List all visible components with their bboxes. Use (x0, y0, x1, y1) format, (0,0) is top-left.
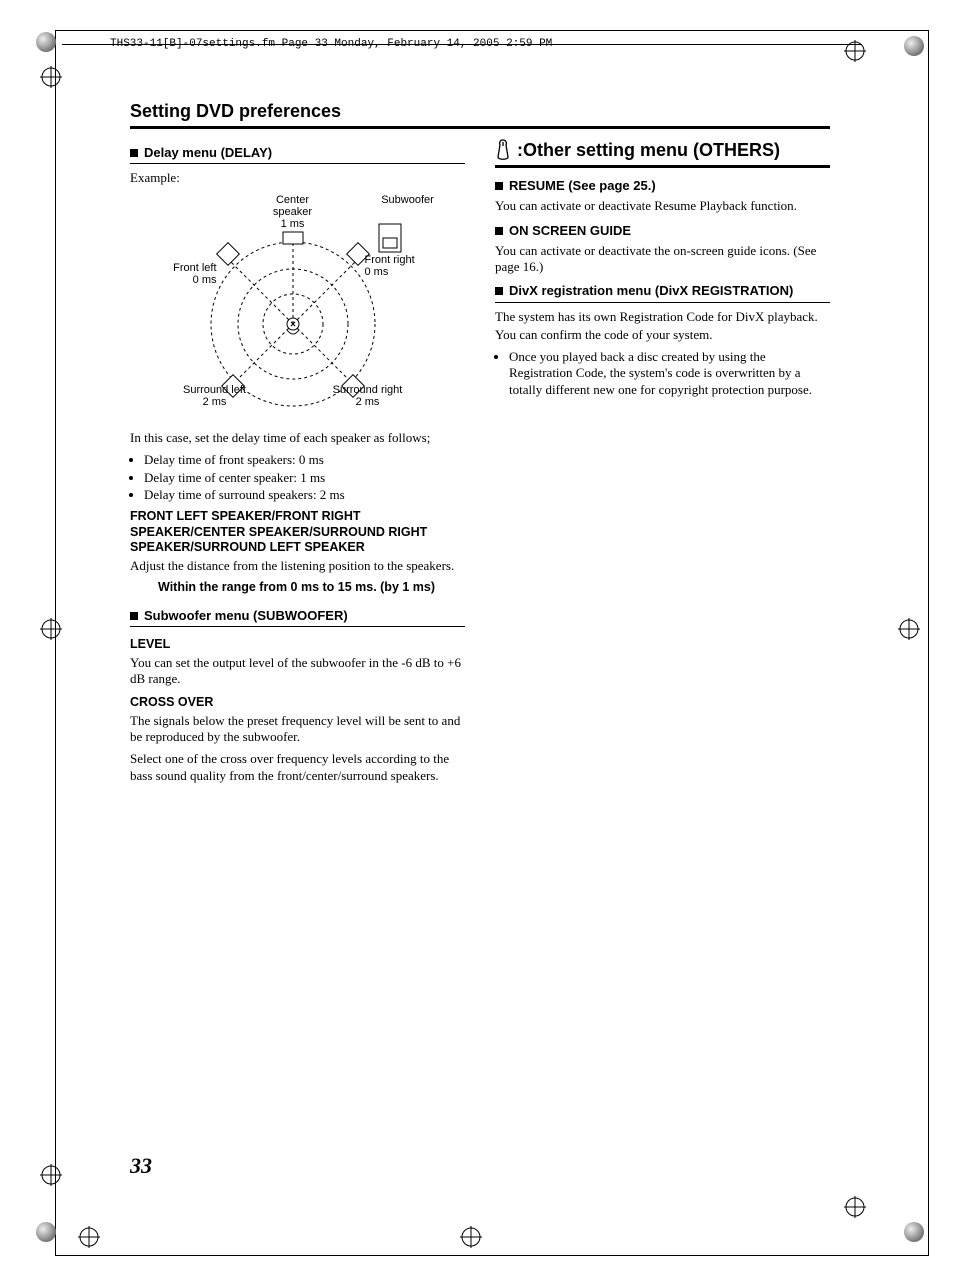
osg-heading: ON SCREEN GUIDE (495, 223, 830, 239)
divx-bullet: Once you played back a disc created by u… (509, 349, 830, 398)
subwoofer-label: Subwoofer (373, 194, 443, 206)
page-number: 33 (130, 1152, 152, 1180)
corner-dot-icon (904, 1222, 924, 1242)
registration-mark-icon (40, 1164, 62, 1186)
corner-dot-icon (904, 36, 924, 56)
speaker-layout-diagram: Center speaker 1 ms Subwoofer Front left… (143, 194, 453, 424)
resume-text: You can activate or deactivate Resume Pl… (495, 198, 830, 214)
delay-bullet: Delay time of front speakers: 0 ms (144, 452, 465, 468)
subwoofer-menu-heading: Subwoofer menu (SUBWOOFER) (130, 608, 465, 627)
delay-bullet: Delay time of surround speakers: 2 ms (144, 487, 465, 503)
delay-menu-heading-text: Delay menu (DELAY) (144, 145, 272, 160)
center-speaker-label: Center speaker 1 ms (263, 194, 323, 230)
osg-heading-text: ON SCREEN GUIDE (509, 223, 631, 238)
square-bullet-icon (495, 182, 503, 190)
divx-text-2: You can confirm the code of your system. (495, 327, 830, 343)
resume-heading-text: RESUME (See page 25.) (509, 178, 656, 193)
delay-bullet: Delay time of center speaker: 1 ms (144, 470, 465, 486)
right-column: :Other setting menu (OTHERS) RESUME (See… (495, 139, 830, 790)
left-column: Delay menu (DELAY) Example: (130, 139, 465, 790)
square-bullet-icon (130, 149, 138, 157)
square-bullet-icon (130, 612, 138, 620)
others-menu-heading: :Other setting menu (OTHERS) (495, 139, 830, 169)
delay-menu-heading: Delay menu (DELAY) (130, 145, 465, 164)
level-heading: LEVEL (130, 637, 465, 653)
registration-mark-icon (40, 618, 62, 640)
divx-bullet-list: Once you played back a disc created by u… (495, 349, 830, 398)
speaker-list-heading: FRONT LEFT SPEAKER/FRONT RIGHT SPEAKER/C… (130, 509, 465, 556)
registration-mark-icon (898, 618, 920, 640)
divx-text-1: The system has its own Registration Code… (495, 309, 830, 325)
divx-heading-text: DivX registration menu (DivX REGISTRATIO… (509, 283, 793, 298)
divx-heading: DivX registration menu (DivX REGISTRATIO… (495, 283, 830, 302)
square-bullet-icon (495, 287, 503, 295)
tool-icon (495, 139, 511, 161)
registration-mark-icon (460, 1226, 482, 1248)
crossover-heading: CROSS OVER (130, 695, 465, 711)
registration-mark-icon (78, 1226, 100, 1248)
in-this-case-text: In this case, set the delay time of each… (130, 430, 465, 446)
surround-left-label: Surround left 2 ms (175, 384, 255, 408)
page-title: Setting DVD preferences (130, 100, 830, 129)
registration-mark-icon (844, 40, 866, 62)
page-content: Setting DVD preferences Delay menu (DELA… (130, 100, 830, 790)
crossover-text-1: The signals below the preset frequency l… (130, 713, 465, 746)
range-text: Within the range from 0 ms to 15 ms. (by… (130, 580, 465, 596)
corner-dot-icon (36, 32, 56, 52)
delay-time-list: Delay time of front speakers: 0 ms Delay… (130, 452, 465, 503)
registration-mark-icon (844, 1196, 866, 1218)
front-left-label: Front left 0 ms (157, 262, 217, 286)
resume-heading: RESUME (See page 25.) (495, 178, 830, 194)
crop-header-text: THS33-11[B]-07settings.fm Page 33 Monday… (110, 38, 552, 52)
level-text: You can set the output level of the subw… (130, 655, 465, 688)
crossover-text-2: Select one of the cross over frequency l… (130, 751, 465, 784)
registration-mark-icon (40, 66, 62, 88)
others-heading-text: :Other setting menu (OTHERS) (517, 139, 780, 162)
example-label: Example: (130, 170, 465, 186)
adjust-distance-text: Adjust the distance from the listening p… (130, 558, 465, 574)
front-right-label: Front right 0 ms (365, 254, 435, 278)
subwoofer-heading-text: Subwoofer menu (SUBWOOFER) (144, 608, 348, 623)
osg-text: You can activate or deactivate the on-sc… (495, 243, 830, 276)
surround-right-label: Surround right 2 ms (323, 384, 413, 408)
square-bullet-icon (495, 227, 503, 235)
corner-dot-icon (36, 1222, 56, 1242)
